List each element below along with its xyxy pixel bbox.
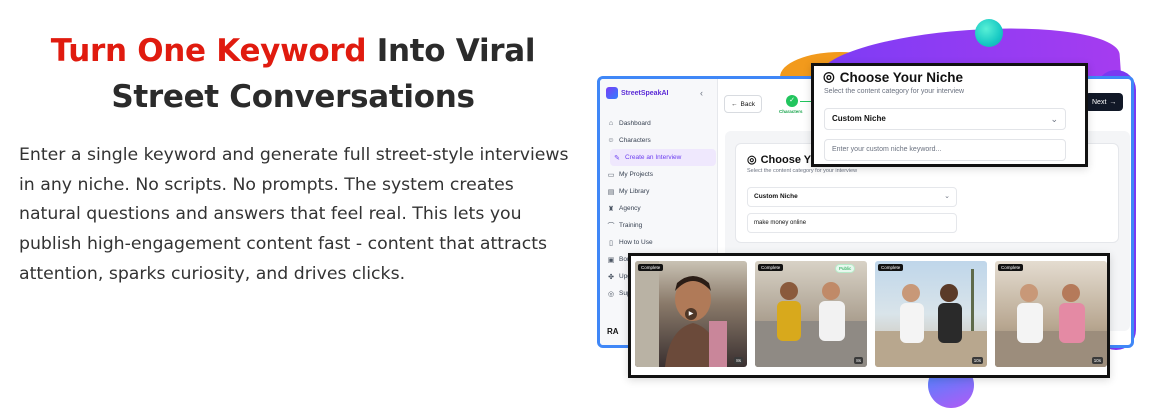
duration-badge: 8s bbox=[854, 357, 863, 364]
target-icon: ◎ bbox=[823, 69, 835, 84]
video-thumbnail-image bbox=[875, 261, 987, 367]
step-label-characters: Characters bbox=[779, 109, 803, 114]
beach-interview-illustration bbox=[875, 269, 987, 367]
sidebar-item-dashboard[interactable]: ⌂ Dashboard bbox=[604, 115, 716, 132]
status-badge: Complete bbox=[878, 264, 904, 271]
sidebar-item-how-to-use[interactable]: ▯ How to Use bbox=[604, 234, 716, 251]
sidebar-collapse-button[interactable]: ‹ bbox=[700, 88, 703, 98]
popup-title-text: Choose Your Niche bbox=[839, 69, 964, 85]
characters-icon: ☺ bbox=[607, 137, 615, 144]
headline-rest: Into Viral bbox=[366, 33, 536, 69]
gift-icon: ▣ bbox=[607, 256, 615, 264]
niche-keyword-input[interactable]: make money online bbox=[747, 213, 957, 233]
sidebar-item-label: Dashboard bbox=[619, 120, 651, 127]
status-badge: Complete bbox=[638, 264, 664, 271]
upgrade-icon: ✤ bbox=[608, 273, 614, 281]
decorative-teal-circle bbox=[975, 19, 1003, 47]
arrow-left-icon: ← bbox=[731, 100, 738, 108]
next-label: Next bbox=[1092, 98, 1107, 106]
video-thumbnails-strip: Complete ▶ 8s Complete Public 8s Complet… bbox=[628, 253, 1110, 378]
app-logo[interactable]: StreetSpeakAI bbox=[606, 87, 668, 99]
choose-niche-popup: ◎ Choose Your Niche Select the content ca… bbox=[811, 63, 1088, 167]
sidebar-item-label: How to Use bbox=[619, 239, 653, 246]
duration-badge: 8s bbox=[734, 357, 743, 364]
status-badge: Complete bbox=[998, 264, 1024, 271]
sidebar-item-create-interview[interactable]: ✎ Create an Interview bbox=[610, 149, 716, 166]
popup-select-value: Custom Niche bbox=[832, 114, 886, 123]
sidebar-item-label: My Library bbox=[619, 188, 650, 195]
headline-accent: Turn One Keyword bbox=[50, 33, 367, 69]
description: Enter a single keyword and generate full… bbox=[19, 145, 569, 284]
book-icon: ▯ bbox=[609, 239, 613, 247]
duration-badge: 10s bbox=[971, 357, 983, 364]
video-thumbnail-image bbox=[755, 261, 867, 367]
niche-select-value: Custom Niche bbox=[754, 193, 798, 200]
street-interview-illustration bbox=[995, 284, 1107, 367]
back-label: Back bbox=[740, 100, 755, 108]
public-badge: Public bbox=[835, 264, 856, 273]
sidebar-item-my-projects[interactable]: ▭ My Projects bbox=[604, 166, 716, 183]
sidebar-item-label: Agency bbox=[619, 205, 641, 212]
video-thumbnail[interactable]: Complete Public 8s bbox=[755, 261, 867, 371]
sidebar-item-training[interactable]: ⌒ Training bbox=[604, 217, 716, 234]
duration-badge: 10s bbox=[1091, 357, 1103, 364]
card-subtitle: Select the content category for your int… bbox=[747, 168, 858, 174]
video-thumbnail[interactable]: Complete ▶ 8s bbox=[635, 261, 747, 371]
headline-line2: Street Conversations bbox=[111, 79, 475, 115]
headline: Turn One Keyword Into Viral Street Conve… bbox=[0, 28, 586, 120]
home-icon: ⌂ bbox=[608, 120, 614, 127]
next-button[interactable]: Next → bbox=[1085, 93, 1124, 111]
user-avatar[interactable]: RA bbox=[607, 327, 619, 336]
sidebar-item-my-library[interactable]: ▤ My Library bbox=[604, 183, 716, 200]
sidebar-item-label: Create an Interview bbox=[625, 154, 682, 161]
back-button[interactable]: ← Back bbox=[724, 95, 762, 113]
training-icon: ⌒ bbox=[607, 222, 615, 230]
popup-title: ◎ Choose Your Niche bbox=[823, 69, 963, 85]
video-thumbnail[interactable]: Complete 10s bbox=[875, 261, 987, 371]
sidebar-item-characters[interactable]: ☺ Characters bbox=[604, 132, 716, 149]
chevron-down-icon: ⌄ bbox=[944, 193, 950, 200]
card-title-text: Choose Y bbox=[760, 153, 812, 166]
status-badge: Complete bbox=[758, 264, 784, 271]
popup-subtitle: Select the content category for your int… bbox=[824, 88, 965, 95]
logo-icon bbox=[606, 87, 618, 99]
pen-icon: ✎ bbox=[614, 154, 620, 162]
sidebar-item-label: My Projects bbox=[619, 171, 653, 178]
app-brand: StreetSpeakAI bbox=[621, 89, 669, 97]
interview-scene-illustration bbox=[755, 282, 867, 367]
library-icon: ▤ bbox=[607, 188, 615, 196]
chevron-down-icon: ⌄ bbox=[1050, 114, 1058, 124]
sidebar-item-agency[interactable]: ♜ Agency bbox=[604, 200, 716, 217]
play-icon[interactable]: ▶ bbox=[685, 308, 697, 320]
niche-select[interactable]: Custom Niche ⌄ bbox=[747, 187, 957, 207]
sidebar-item-label: Characters bbox=[619, 137, 651, 144]
popup-niche-select[interactable]: Custom Niche ⌄ bbox=[824, 108, 1066, 130]
agency-icon: ♜ bbox=[607, 205, 615, 213]
popup-niche-input[interactable]: Enter your custom niche keyword... bbox=[824, 139, 1066, 161]
sidebar-item-label: Training bbox=[619, 222, 643, 229]
card-title: ◎ Choose Y bbox=[747, 153, 812, 167]
folder-icon: ▭ bbox=[607, 171, 615, 179]
arrow-right-icon: → bbox=[1109, 98, 1117, 106]
target-icon: ◎ bbox=[747, 154, 757, 166]
step-complete-check-icon: ✓ bbox=[786, 95, 798, 107]
video-thumbnail[interactable]: Complete 10s bbox=[995, 261, 1107, 371]
video-thumbnail-image bbox=[995, 261, 1107, 367]
support-icon: ◎ bbox=[607, 290, 615, 298]
